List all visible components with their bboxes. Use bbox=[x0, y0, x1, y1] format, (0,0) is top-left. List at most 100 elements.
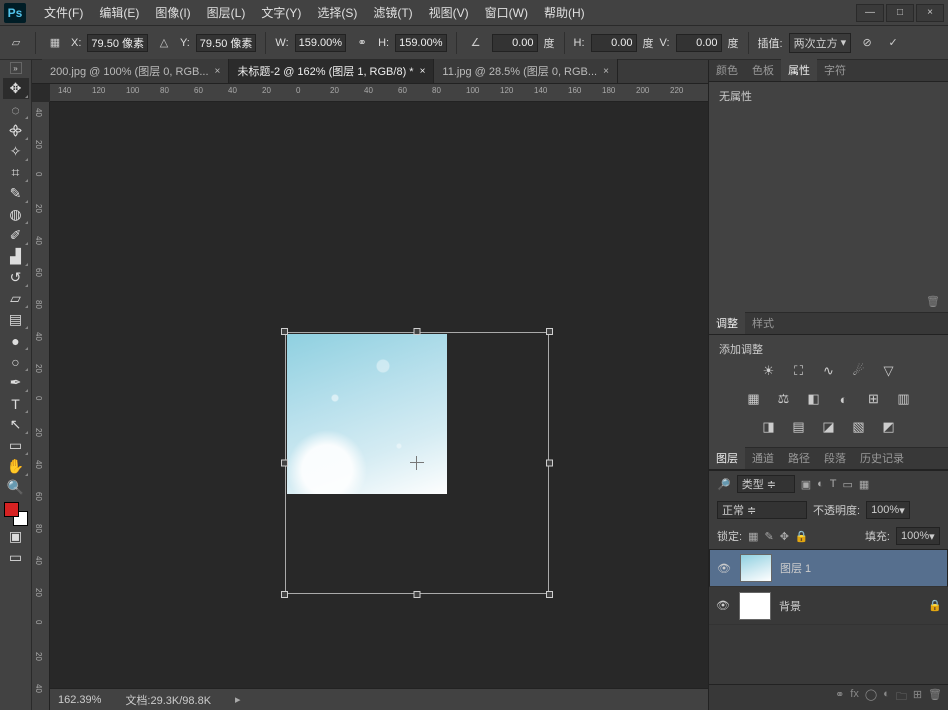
hskew-input[interactable]: 0.00 bbox=[591, 34, 637, 52]
zoom-level[interactable]: 162.39% bbox=[58, 694, 101, 706]
menu-filter[interactable]: 滤镜(T) bbox=[365, 0, 420, 25]
hand-tool[interactable]: ✋ bbox=[3, 456, 29, 477]
balance-icon[interactable]: ⚖ bbox=[774, 390, 794, 408]
photo-filter-icon[interactable]: ◐ bbox=[834, 390, 854, 408]
history-brush-tool[interactable]: ↺ bbox=[3, 267, 29, 288]
panel-tab-styles[interactable]: 样式 bbox=[745, 312, 781, 334]
exposure-icon[interactable]: ☄ bbox=[849, 362, 869, 380]
fill-input[interactable]: 100%▾ bbox=[896, 527, 940, 545]
transform-handle-w[interactable] bbox=[281, 460, 288, 467]
toolbox-collapse[interactable]: » bbox=[10, 62, 22, 74]
dodge-tool[interactable]: ○ bbox=[3, 351, 29, 372]
x-input[interactable]: 79.50 像素 bbox=[87, 34, 148, 52]
transform-handle-se[interactable] bbox=[546, 591, 553, 598]
threshold-icon[interactable]: ◪ bbox=[819, 418, 839, 436]
window-close[interactable]: × bbox=[916, 4, 944, 22]
brightness-icon[interactable]: ☀ bbox=[759, 362, 779, 380]
w-input[interactable]: 159.00% bbox=[295, 34, 346, 52]
transform-handle-ne[interactable] bbox=[546, 328, 553, 335]
levels-icon[interactable]: ⛶ bbox=[789, 362, 809, 380]
interp-select[interactable]: 两次立方 ▾ bbox=[789, 33, 852, 53]
panel-tab-properties[interactable]: 属性 bbox=[781, 59, 817, 81]
window-minimize[interactable]: — bbox=[856, 4, 884, 22]
lock-move-icon[interactable]: ✥ bbox=[780, 530, 789, 543]
close-tab-icon[interactable]: × bbox=[603, 66, 609, 77]
link-layers-icon[interactable]: ⚭ bbox=[835, 688, 844, 707]
delete-layer-icon[interactable]: 🗑 bbox=[928, 688, 942, 707]
zoom-tool[interactable]: 🔍 bbox=[3, 477, 29, 498]
panel-tab-history[interactable]: 历史记录 bbox=[853, 447, 911, 469]
lock-trans-icon[interactable]: ▦ bbox=[748, 530, 758, 543]
doc-tab-2[interactable]: 11.jpg @ 28.5% (图层 0, RGB...× bbox=[434, 59, 617, 83]
lasso-tool[interactable]: ᯽ bbox=[3, 120, 29, 141]
menu-file[interactable]: 文件(F) bbox=[36, 0, 91, 25]
layer-thumb[interactable] bbox=[739, 592, 771, 620]
type-tool[interactable]: T bbox=[3, 393, 29, 414]
visibility-icon[interactable]: 👁 bbox=[715, 599, 731, 612]
heal-tool[interactable]: ◍ bbox=[3, 204, 29, 225]
vskew-input[interactable]: 0.00 bbox=[676, 34, 722, 52]
transform-handle-n[interactable] bbox=[414, 328, 421, 335]
commit-transform-icon[interactable]: ✓ bbox=[883, 33, 903, 53]
mask-icon[interactable]: ◯ bbox=[865, 688, 877, 707]
panel-tab-layers[interactable]: 图层 bbox=[709, 447, 745, 469]
ruler-horizontal[interactable]: 1401201008060402002040608010012014016018… bbox=[50, 84, 708, 102]
eraser-tool[interactable]: ▱ bbox=[3, 288, 29, 309]
panel-tab-paragraph[interactable]: 段落 bbox=[817, 447, 853, 469]
filter-smart-icon[interactable]: ▦ bbox=[859, 478, 869, 491]
quickmask-toggle[interactable]: ▣ bbox=[3, 526, 29, 547]
brush-tool[interactable]: ✐ bbox=[3, 225, 29, 246]
layer-name[interactable]: 背景 bbox=[779, 598, 801, 614]
crop-tool[interactable]: ⌗ bbox=[3, 162, 29, 183]
angle-input[interactable]: 0.00 bbox=[492, 34, 538, 52]
panel-tab-adjustments[interactable]: 调整 bbox=[709, 312, 745, 334]
panel-tab-channels[interactable]: 通道 bbox=[745, 447, 781, 469]
search-icon[interactable]: 🔎 bbox=[717, 478, 731, 491]
selcolor-icon[interactable]: ◩ bbox=[879, 418, 899, 436]
transform-handle-s[interactable] bbox=[414, 591, 421, 598]
doc-tab-0[interactable]: 200.jpg @ 100% (图层 0, RGB...× bbox=[42, 59, 229, 83]
filter-shape-icon[interactable]: ▭ bbox=[843, 478, 853, 491]
filter-type-icon[interactable]: T bbox=[830, 478, 837, 490]
reference-point-icon[interactable]: ▦ bbox=[45, 33, 65, 53]
y-input[interactable]: 79.50 像素 bbox=[196, 34, 257, 52]
stamp-tool[interactable]: ▟ bbox=[3, 246, 29, 267]
menu-window[interactable]: 窗口(W) bbox=[477, 0, 536, 25]
mixer-icon[interactable]: ⊞ bbox=[864, 390, 884, 408]
eyedropper-tool[interactable]: ✎ bbox=[3, 183, 29, 204]
link-wh-icon[interactable]: ⚭ bbox=[352, 33, 372, 53]
canvas[interactable] bbox=[50, 102, 708, 688]
transform-tool-icon[interactable]: ▱ bbox=[6, 33, 26, 53]
h-input[interactable]: 159.00% bbox=[395, 34, 446, 52]
transform-handle-sw[interactable] bbox=[281, 591, 288, 598]
transform-handle-e[interactable] bbox=[546, 460, 553, 467]
panel-tab-swatches[interactable]: 色板 bbox=[745, 59, 781, 81]
color-swatches[interactable] bbox=[4, 502, 28, 526]
menu-help[interactable]: 帮助(H) bbox=[536, 0, 593, 25]
menu-type[interactable]: 文字(Y) bbox=[253, 0, 309, 25]
layer-name[interactable]: 图层 1 bbox=[780, 560, 811, 576]
new-group-icon[interactable]: 🗀 bbox=[896, 688, 907, 707]
marquee-tool[interactable]: ◌ bbox=[3, 99, 29, 120]
move-tool[interactable]: ✥ bbox=[3, 78, 29, 99]
menu-edit[interactable]: 编辑(E) bbox=[91, 0, 147, 25]
lock-all-icon[interactable]: 🔒 bbox=[795, 530, 809, 543]
layer-thumb[interactable] bbox=[740, 554, 772, 582]
menu-select[interactable]: 选择(S) bbox=[309, 0, 365, 25]
panel-tab-color[interactable]: 颜色 bbox=[709, 59, 745, 81]
invert-icon[interactable]: ◨ bbox=[759, 418, 779, 436]
layer-row-1[interactable]: 👁 图层 1 bbox=[709, 549, 948, 587]
window-maximize[interactable]: □ bbox=[886, 4, 914, 22]
menu-image[interactable]: 图像(I) bbox=[147, 0, 198, 25]
transform-handle-nw[interactable] bbox=[281, 328, 288, 335]
gradmap-icon[interactable]: ▧ bbox=[849, 418, 869, 436]
doc-tab-1[interactable]: 未标题-2 @ 162% (图层 1, RGB/8) *× bbox=[229, 59, 434, 83]
layer-filter-type[interactable]: 类型 ≑ bbox=[737, 475, 795, 493]
new-layer-icon[interactable]: ⊞ bbox=[913, 688, 922, 707]
screenmode-toggle[interactable]: ▭ bbox=[3, 547, 29, 568]
close-tab-icon[interactable]: × bbox=[420, 66, 426, 77]
doc-size[interactable]: 文档:29.3K/98.8K bbox=[125, 692, 211, 708]
new-adj-icon[interactable]: ◐ bbox=[883, 688, 890, 707]
blend-mode-select[interactable]: 正常 ≑ bbox=[717, 501, 807, 519]
panel-tab-paths[interactable]: 路径 bbox=[781, 447, 817, 469]
